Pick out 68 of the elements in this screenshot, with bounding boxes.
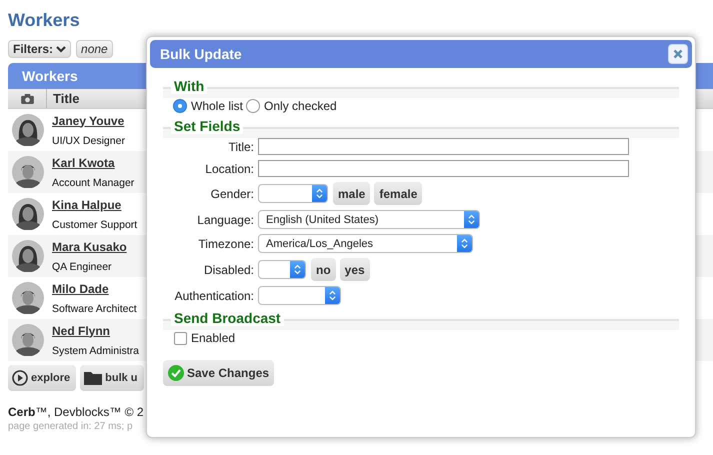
worker-name-link[interactable]: Milo Dade [52, 282, 137, 296]
field-label: Authentication: [174, 288, 254, 302]
avatar-icon [12, 114, 44, 146]
updown-arrows-icon [461, 238, 468, 249]
worklist-title: Workers [22, 68, 78, 84]
page-title: Workers [8, 10, 81, 32]
worker-name-link[interactable]: Mara Kusako [52, 240, 127, 254]
field-label: Gender: [210, 186, 254, 200]
avatar-icon [12, 282, 44, 314]
radio-label[interactable]: Only checked [264, 99, 337, 113]
close-button[interactable] [668, 44, 688, 64]
save-changes-button[interactable]: Save Changes [163, 360, 274, 386]
worker-name-link[interactable]: Ned Flynn [52, 324, 139, 338]
worker-name-link[interactable]: Kina Halpue [52, 198, 138, 212]
camera-icon [20, 94, 34, 104]
value-button[interactable]: no [311, 258, 336, 281]
section-legend: With [171, 78, 208, 94]
field-label: Title: [227, 140, 254, 154]
worklist-button[interactable]: bulk u [80, 365, 144, 391]
text-input[interactable] [258, 160, 629, 177]
value-button[interactable]: yes [340, 258, 370, 281]
value-button[interactable]: male [333, 182, 370, 205]
worker-title: Software Architect [52, 302, 137, 314]
updown-arrows-icon [316, 188, 323, 199]
updown-arrows-icon [294, 264, 301, 275]
updown-arrows-icon [468, 214, 475, 225]
field-label: Language: [196, 212, 254, 226]
select-dropdown[interactable] [258, 286, 341, 305]
folder-icon [84, 371, 102, 385]
field-label: Timezone: [197, 236, 254, 250]
radio-button[interactable] [173, 99, 187, 113]
value-button[interactable]: female [374, 182, 422, 205]
radio-label[interactable]: Whole list [191, 99, 244, 113]
section-legend: Set Fields [171, 118, 244, 134]
checkbox-label[interactable]: Enabled [191, 331, 236, 345]
dialog-title: Bulk Update [160, 46, 242, 62]
select-dropdown[interactable]: America/Los_Angeles [258, 234, 473, 253]
worker-title: Account Manager [52, 176, 134, 188]
updown-arrows-icon [329, 290, 336, 301]
text-input[interactable] [258, 138, 629, 155]
field-label: Location: [204, 162, 254, 176]
credits-text: Cerb™, Devblocks™ © 2 [8, 405, 145, 419]
field-label: Disabled: [202, 262, 254, 276]
chevron-icon [56, 45, 66, 53]
filter-value-button[interactable]: none [76, 40, 113, 58]
worklist-button[interactable]: explore [8, 365, 76, 391]
check-circle-icon [168, 365, 184, 381]
avatar-icon [12, 198, 44, 230]
close-icon [673, 49, 683, 59]
worker-title: System Administra [52, 344, 139, 356]
column-title[interactable]: Title [47, 91, 80, 106]
worker-name-link[interactable]: Janey Youve [52, 114, 125, 128]
avatar-icon [12, 156, 44, 188]
filters-button[interactable]: Filters: [8, 40, 72, 58]
worker-title: Customer Support [52, 218, 138, 230]
radio-button[interactable] [246, 99, 260, 113]
timing-text: page generated in: 27 ms; p [8, 421, 134, 432]
avatar-icon [12, 240, 44, 272]
worker-name-link[interactable]: Karl Kwota [52, 156, 134, 170]
avatar-icon [12, 324, 44, 356]
play-circle-icon [12, 370, 28, 386]
select-dropdown[interactable] [258, 184, 328, 203]
worker-title: QA Engineer [52, 260, 113, 272]
select-dropdown[interactable] [258, 260, 306, 279]
select-dropdown[interactable]: English (United States) [258, 210, 480, 229]
checkbox[interactable] [174, 332, 187, 344]
section-legend: Send Broadcast [171, 310, 284, 326]
worker-title: UI/UX Designer [52, 134, 125, 146]
